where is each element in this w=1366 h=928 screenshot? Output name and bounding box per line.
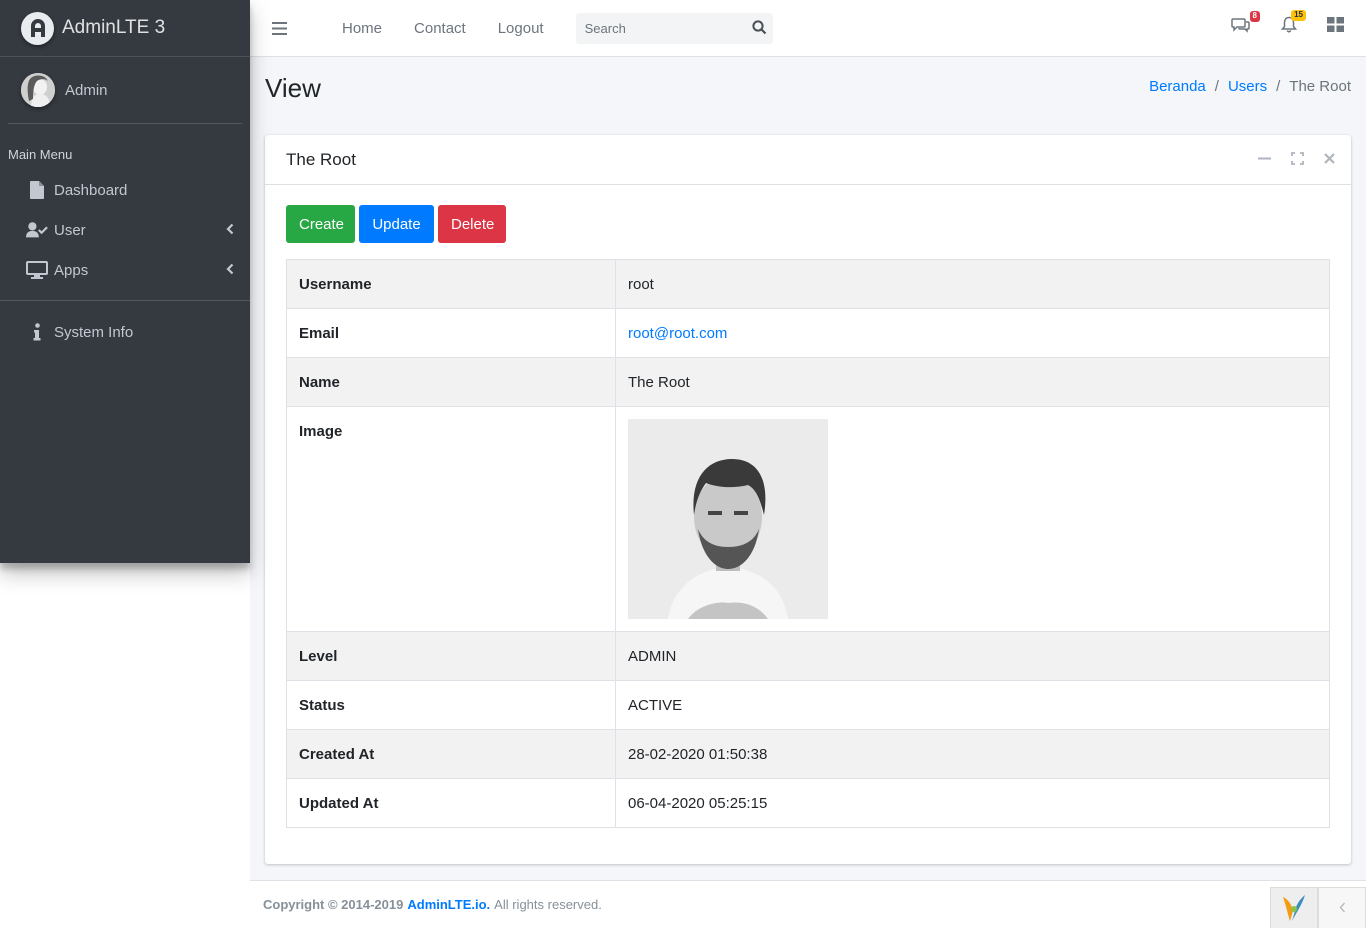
row-label: Created At xyxy=(286,729,616,779)
table-row: Image xyxy=(286,406,1330,632)
sidebar-item-apps[interactable]: Apps xyxy=(0,250,250,290)
brand-link[interactable]: AdminLTE 3 xyxy=(0,0,250,57)
row-label: Name xyxy=(286,357,616,407)
create-button[interactable]: Create xyxy=(286,205,355,243)
table-row: Created At 28-02-2020 01:50:38 xyxy=(286,729,1330,779)
card-header: The Root xyxy=(265,135,1351,185)
maximize-icon[interactable] xyxy=(1291,152,1304,165)
sidebar-item-dashboard[interactable]: Dashboard xyxy=(0,170,250,210)
sidebar-item-label: Apps xyxy=(54,261,89,279)
row-value: ACTIVE xyxy=(615,680,1330,730)
messages-dropdown[interactable]: 8 xyxy=(1231,10,1260,37)
row-label: Image xyxy=(286,406,616,632)
navbar-search xyxy=(575,12,773,44)
chevron-left-icon xyxy=(226,262,234,279)
row-label: Updated At xyxy=(286,778,616,828)
row-value: ADMIN xyxy=(615,631,1330,681)
adminlte-logo-icon xyxy=(21,11,54,45)
nav-divider xyxy=(0,300,250,301)
table-row: Level ADMIN xyxy=(286,631,1330,681)
th-large-icon xyxy=(1327,17,1344,36)
user-name: Admin xyxy=(65,81,108,99)
table-row: Username root xyxy=(286,259,1330,309)
user-check-icon xyxy=(26,221,48,239)
action-buttons: Create Update Delete xyxy=(286,205,510,243)
row-value: root xyxy=(615,259,1330,309)
brand-text: AdminLTE 3 xyxy=(62,17,166,38)
table-row: Name The Root xyxy=(286,357,1330,407)
close-icon[interactable] xyxy=(1324,153,1335,164)
nav-header: Main Menu xyxy=(8,147,73,162)
row-value: 28-02-2020 01:50:38 xyxy=(615,729,1330,779)
chevron-left-icon xyxy=(226,222,234,239)
table-row: Email root@root.com xyxy=(286,308,1330,358)
copyright-text: Copyright © 2014-2019 xyxy=(263,897,404,912)
detail-table: Username root Email root@root.com Name T… xyxy=(286,259,1330,828)
notifications-dropdown[interactable]: 15 xyxy=(1280,10,1306,37)
page-title: View xyxy=(265,73,321,103)
nav-link-contact[interactable]: Contact xyxy=(414,20,466,37)
table-row: Status ACTIVE xyxy=(286,680,1330,730)
table-row: Updated At 06-04-2020 05:25:15 xyxy=(286,778,1330,828)
footer-link[interactable]: AdminLTE.io. xyxy=(407,897,490,912)
messages-badge: 8 xyxy=(1249,10,1260,22)
navbar-right: 8 15 xyxy=(1201,10,1344,37)
comments-icon xyxy=(1231,17,1251,37)
update-button[interactable]: Update xyxy=(359,205,434,243)
user-photo xyxy=(628,419,828,619)
file-icon xyxy=(26,181,48,199)
sidebar-item-system-info[interactable]: System Info xyxy=(0,312,250,352)
hamburger-menu-icon[interactable] xyxy=(272,21,302,35)
desktop-icon xyxy=(26,261,48,279)
row-label: Username xyxy=(286,259,616,309)
yii-debug-logo-icon[interactable] xyxy=(1270,887,1318,928)
content-wrapper: View Beranda / Users / The Root The Root xyxy=(250,57,1366,880)
sidebar-item-user[interactable]: User xyxy=(0,210,250,250)
breadcrumb-current: The Root xyxy=(1289,78,1351,95)
row-label: Email xyxy=(286,308,616,358)
card-title: The Root xyxy=(286,149,356,169)
nav-link-logout[interactable]: Logout xyxy=(498,20,544,37)
bell-icon xyxy=(1280,16,1298,37)
row-value: The Root xyxy=(615,357,1330,407)
top-navbar: Home Contact Logout 8 15 xyxy=(250,0,1366,57)
row-label: Level xyxy=(286,631,616,681)
avatar xyxy=(21,73,55,107)
email-link[interactable]: root@root.com xyxy=(628,325,727,342)
main-sidebar: AdminLTE 3 Admin Main Menu Dashboard Use… xyxy=(0,0,250,563)
main-footer: Copyright © 2014-2019 AdminLTE.io. All r… xyxy=(250,880,1366,928)
info-icon xyxy=(26,323,48,341)
nav-link-home[interactable]: Home xyxy=(342,20,382,37)
card-tools xyxy=(1238,152,1335,165)
search-input[interactable] xyxy=(584,20,745,36)
sidebar-item-label: User xyxy=(54,221,86,239)
sidebar-item-label: System Info xyxy=(54,323,134,341)
row-value: 06-04-2020 05:25:15 xyxy=(615,778,1330,828)
control-sidebar-toggle[interactable] xyxy=(1327,17,1344,36)
breadcrumb-link-users[interactable]: Users xyxy=(1228,78,1267,95)
chevron-left-icon xyxy=(1339,901,1346,916)
search-icon[interactable] xyxy=(752,19,767,39)
row-label: Status xyxy=(286,680,616,730)
debug-toolbar-toggle[interactable] xyxy=(1318,887,1366,928)
sidebar-item-label: Dashboard xyxy=(54,181,128,199)
rights-text: All rights reserved. xyxy=(494,897,602,912)
breadcrumb-link-beranda[interactable]: Beranda xyxy=(1149,78,1206,95)
minimize-icon[interactable] xyxy=(1258,152,1271,165)
detail-card: The Root Create Update Delete Username r… xyxy=(265,135,1351,864)
notifications-badge: 15 xyxy=(1291,10,1306,21)
delete-button[interactable]: Delete xyxy=(438,205,506,243)
user-panel[interactable]: Admin xyxy=(8,57,242,124)
breadcrumb: Beranda / Users / The Root xyxy=(1149,78,1351,95)
